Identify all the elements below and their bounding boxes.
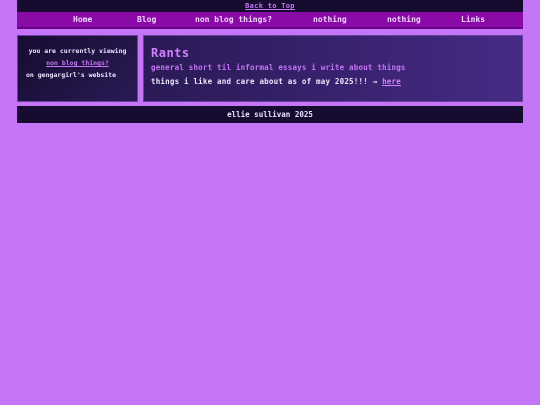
top-bar: Back to Top [17,0,523,12]
sidebar-current-page-link[interactable]: non blog things? [46,59,109,67]
main-content-box: Rants general short til informal essays … [143,35,523,102]
sidebar-line-viewing: you are currently viewing [28,47,127,55]
back-to-top-link[interactable]: Back to Top [245,2,295,10]
footer: ellie sullivan 2025 [17,106,523,123]
nav-item-nothing-2[interactable]: nothing [387,12,421,27]
nav-item-links[interactable]: Links [461,12,485,27]
sidebar-line-site: on gengargirl's website [26,71,117,79]
nav-item-blog[interactable]: Blog [137,12,156,27]
nav-item-nothing-1[interactable]: nothing [313,12,347,27]
sidebar-info-box: you are currently viewing non blog thing… [17,35,138,102]
page: Back to Top Home Blog non blog things? n… [0,0,540,405]
nav-item-non-blog-things[interactable]: non blog things? [195,12,272,27]
rant-entry-link[interactable]: here [382,77,401,86]
rant-entry-text: things i like and care about as of may 2… [151,77,383,86]
nav-bar: Home Blog non blog things? nothing nothi… [17,12,523,29]
rant-entry: things i like and care about as of may 2… [151,75,515,88]
page-subtitle: general short til informal essays i writ… [151,63,406,72]
page-title: Rants [151,46,190,60]
nav-item-home[interactable]: Home [73,12,92,27]
